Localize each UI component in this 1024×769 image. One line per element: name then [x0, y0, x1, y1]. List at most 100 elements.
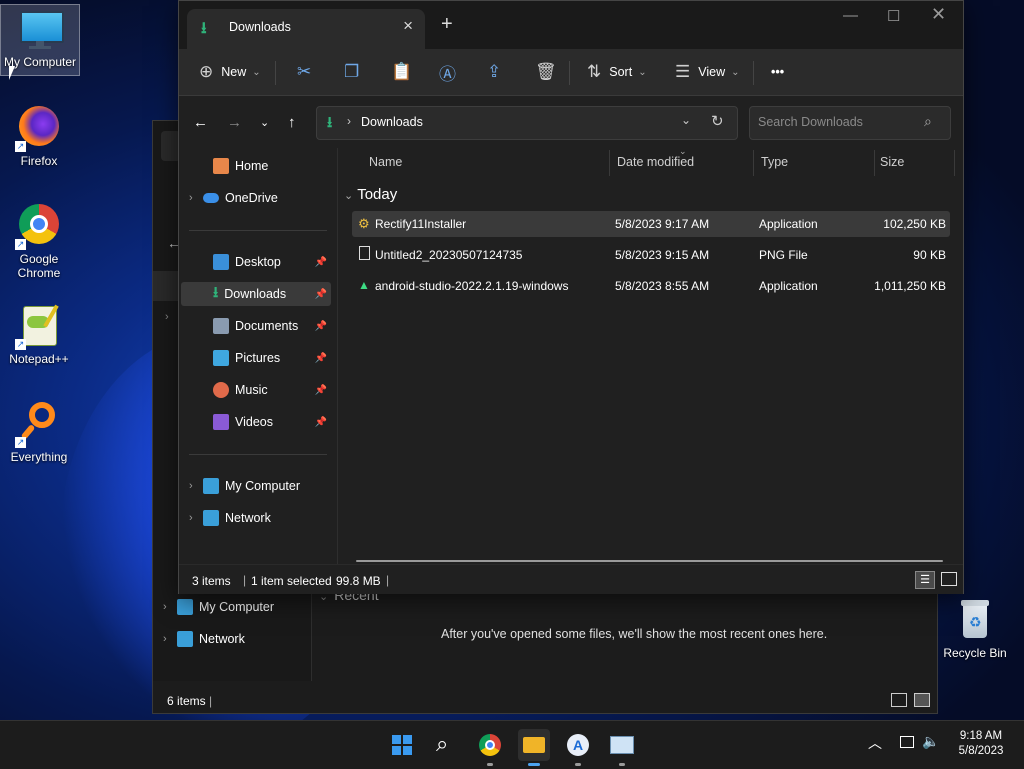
- delete-button[interactable]: 🗑: [535, 61, 565, 83]
- minimize-button[interactable]: —: [843, 7, 858, 24]
- item-count: 6 items: [167, 694, 206, 708]
- sidebar-item-music[interactable]: Music 📌: [213, 378, 331, 402]
- search-icon[interactable]: ⌕: [924, 113, 932, 130]
- desktop-icon-firefox[interactable]: ↗ Firefox: [0, 104, 78, 168]
- sidebar-item-home[interactable]: Home: [213, 154, 268, 178]
- details-view-icon[interactable]: ☰: [915, 571, 935, 589]
- back-button[interactable]: ←: [193, 114, 208, 131]
- clock[interactable]: 9:18 AM 5/8/2023: [946, 729, 1016, 759]
- search-taskbar-button[interactable]: ⌕: [430, 729, 462, 761]
- explorer-window[interactable]: ⭳ Downloads × + — ☐ ✕ ⊕ New ⌄ ✂ ❐ 📋 Ⓐ ⇪ …: [178, 0, 964, 594]
- file-explorer-taskbar-button[interactable]: [518, 729, 550, 766]
- address-dropdown-icon[interactable]: ⌄: [681, 113, 691, 127]
- task-manager-taskbar-button[interactable]: [606, 729, 638, 766]
- chevron-right-icon[interactable]: ›: [189, 192, 203, 204]
- file-name: Untitled2_20230507124735: [375, 248, 523, 262]
- chevron-right-icon[interactable]: ›: [163, 633, 177, 645]
- show-hidden-icons-button[interactable]: ︿: [868, 733, 882, 753]
- file-row[interactable]: ⚙ Rectify11Installer 5/8/2023 9:17 AM Ap…: [352, 211, 950, 237]
- desktop-icon-everything[interactable]: ↗ Everything: [0, 400, 78, 464]
- new-button[interactable]: ⊕ New ⌄: [199, 61, 261, 83]
- desktop-icon-chrome[interactable]: ↗ Google Chrome: [0, 202, 78, 280]
- network-status-icon[interactable]: [900, 736, 914, 748]
- file-date: 5/8/2023 9:17 AM: [615, 217, 710, 231]
- chevron-right-icon[interactable]: ›: [163, 601, 177, 613]
- cut-button[interactable]: ✂: [297, 61, 319, 83]
- sidebar-item-onedrive[interactable]: › OneDrive: [189, 186, 278, 210]
- column-separator[interactable]: [753, 150, 754, 176]
- sidebar-item-network[interactable]: › Network: [189, 506, 271, 530]
- tiles-view-icon[interactable]: [914, 693, 930, 707]
- pin-icon[interactable]: 📌: [315, 385, 327, 396]
- tab-downloads[interactable]: ⭳ Downloads ×: [187, 9, 425, 49]
- empty-recent-message: After you've opened some files, we'll sh…: [441, 627, 828, 641]
- close-tab-icon[interactable]: ×: [403, 16, 413, 36]
- chrome-taskbar-button[interactable]: [474, 729, 506, 766]
- file-row[interactable]: Untitled2_20230507124735 5/8/2023 9:15 A…: [352, 242, 950, 268]
- search-input[interactable]: Search Downloads: [758, 115, 863, 129]
- pin-icon[interactable]: 📌: [315, 289, 327, 300]
- desktop-icon-notepad-plus-plus[interactable]: ↗ Notepad++: [0, 302, 78, 366]
- tiles-view-icon[interactable]: [941, 572, 957, 586]
- pin-icon[interactable]: 📌: [315, 321, 327, 332]
- column-separator[interactable]: [954, 150, 955, 176]
- search-box[interactable]: Search Downloads ⌕: [749, 106, 951, 140]
- sidebar-item-documents[interactable]: Documents 📌: [213, 314, 331, 338]
- close-window-button[interactable]: ✕: [931, 4, 946, 25]
- column-header-size[interactable]: Size: [880, 155, 904, 169]
- forward-button[interactable]: →: [227, 114, 242, 131]
- address-bar[interactable]: ⭳ › Downloads ⌄ ↻: [316, 106, 738, 140]
- sidebar-item-videos[interactable]: Videos 📌: [213, 410, 331, 434]
- column-separator[interactable]: [609, 150, 610, 176]
- new-tab-button[interactable]: +: [441, 13, 453, 36]
- sidebar-label: Desktop: [235, 255, 281, 269]
- sort-button[interactable]: ⇅ Sort ⌄: [587, 61, 647, 83]
- folder-icon: [523, 737, 545, 753]
- back-nav-network[interactable]: › Network: [163, 627, 245, 651]
- column-header-date[interactable]: Date modified: [617, 155, 694, 169]
- paste-button[interactable]: 📋: [391, 61, 420, 83]
- chevron-right-icon[interactable]: ›: [189, 480, 203, 492]
- sidebar-item-downloads[interactable]: ⭳ Downloads 📌: [181, 282, 331, 306]
- shortcut-arrow-icon: ↗: [15, 239, 26, 250]
- recent-locations-button[interactable]: ⌄: [260, 116, 269, 129]
- pin-icon[interactable]: 📌: [315, 353, 327, 364]
- back-nav-my-computer[interactable]: › My Computer: [163, 595, 274, 619]
- nav-label: Network: [199, 632, 245, 646]
- maximize-button[interactable]: ☐: [887, 7, 900, 25]
- copy-button[interactable]: ❐: [344, 61, 367, 83]
- view-button[interactable]: ☰ View ⌄: [675, 61, 740, 83]
- up-button[interactable]: ↑: [288, 114, 296, 131]
- file-size: 90 KB: [913, 248, 946, 262]
- clock-time: 9:18 AM: [959, 730, 1003, 742]
- app-store-taskbar-button[interactable]: A: [562, 729, 594, 766]
- sidebar-item-my-computer[interactable]: › My Computer: [189, 474, 300, 498]
- file-name: android-studio-2022.2.1.19-windows: [375, 279, 569, 293]
- sidebar-item-pictures[interactable]: Pictures 📌: [213, 346, 331, 370]
- column-header-name[interactable]: Name: [369, 155, 402, 169]
- rename-button[interactable]: Ⓐ: [439, 61, 464, 84]
- horizontal-scrollbar[interactable]: [356, 560, 943, 562]
- sidebar-item-desktop[interactable]: Desktop 📌: [213, 250, 331, 274]
- chevron-right-icon[interactable]: ›: [165, 311, 169, 323]
- selection-count: 1 item selected: [251, 574, 332, 588]
- more-options-button[interactable]: •••: [771, 61, 784, 83]
- group-header-today[interactable]: ⌄ Today: [344, 186, 397, 203]
- column-separator[interactable]: [874, 150, 875, 176]
- selection-size: 99.8 MB: [336, 574, 381, 588]
- desktop-icon-recycle-bin[interactable]: ♻ Recycle Bin: [936, 596, 1014, 660]
- chevron-right-icon[interactable]: ›: [189, 512, 203, 524]
- column-header-type[interactable]: Type: [761, 155, 788, 169]
- volume-icon[interactable]: 🔈: [922, 733, 939, 750]
- file-row[interactable]: ▲ android-studio-2022.2.1.19-windows 5/8…: [352, 273, 950, 299]
- refresh-icon[interactable]: ↻: [711, 112, 724, 130]
- desktop-icon-label: Notepad++: [9, 352, 69, 366]
- start-button[interactable]: [386, 729, 418, 761]
- recycle-bin-icon: ♻: [951, 596, 999, 644]
- pin-icon[interactable]: 📌: [315, 417, 327, 428]
- pin-icon[interactable]: 📌: [315, 257, 327, 268]
- trash-icon: 🗑: [535, 62, 557, 81]
- details-view-icon[interactable]: [891, 693, 907, 707]
- breadcrumb-downloads[interactable]: Downloads: [361, 115, 423, 129]
- share-button[interactable]: ⇪: [487, 61, 509, 83]
